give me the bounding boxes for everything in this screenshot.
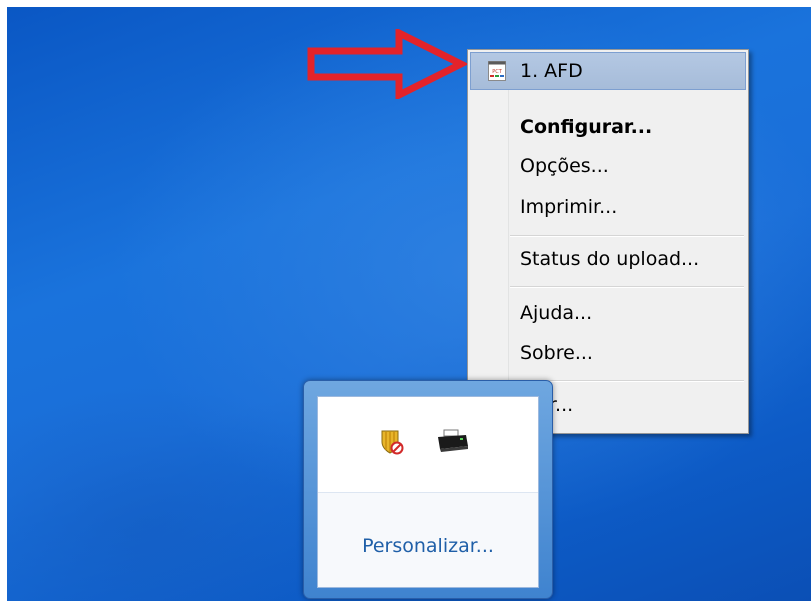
- menu-item-imprimir[interactable]: Imprimir...: [470, 188, 746, 226]
- tray-icons-area: [318, 397, 538, 493]
- notification-overflow-panel: Personalizar...: [317, 396, 539, 588]
- menu-item-status-upload[interactable]: Status do upload...: [470, 240, 746, 278]
- shield-icon[interactable]: [380, 429, 404, 455]
- menu-item-opcoes[interactable]: Opções...: [470, 147, 746, 185]
- printer-icon[interactable]: [436, 429, 470, 453]
- menu-item-sobre[interactable]: Sobre...: [470, 334, 746, 372]
- menu-item-label: Opções...: [520, 155, 609, 177]
- desktop-background: PCT 1. AFD Configurar... Opções... Impri…: [7, 7, 811, 601]
- menu-separator: [510, 235, 744, 237]
- menu-item-label: 1. AFD: [520, 60, 583, 82]
- notification-overflow-popup: Personalizar...: [303, 380, 553, 599]
- svg-text:PCT: PCT: [492, 69, 503, 75]
- menu-item-label: Imprimir...: [520, 196, 618, 218]
- menu-item-ajuda[interactable]: Ajuda...: [470, 294, 746, 332]
- menu-item-afd[interactable]: PCT 1. AFD: [470, 52, 746, 90]
- app-icon: PCT: [488, 61, 506, 81]
- menu-item-label: Sobre...: [520, 342, 593, 364]
- tray-context-menu: PCT 1. AFD Configurar... Opções... Impri…: [467, 49, 749, 434]
- personalizar-link[interactable]: Personalizar...: [318, 535, 538, 557]
- menu-item-label: Ajuda...: [520, 302, 593, 324]
- menu-separator: [510, 286, 744, 288]
- menu-item-label: Status do upload...: [520, 248, 700, 270]
- menu-item-configurar[interactable]: Configurar...: [470, 108, 746, 146]
- red-arrow-annotation: [307, 29, 467, 99]
- menu-item-label: Configurar...: [520, 116, 653, 138]
